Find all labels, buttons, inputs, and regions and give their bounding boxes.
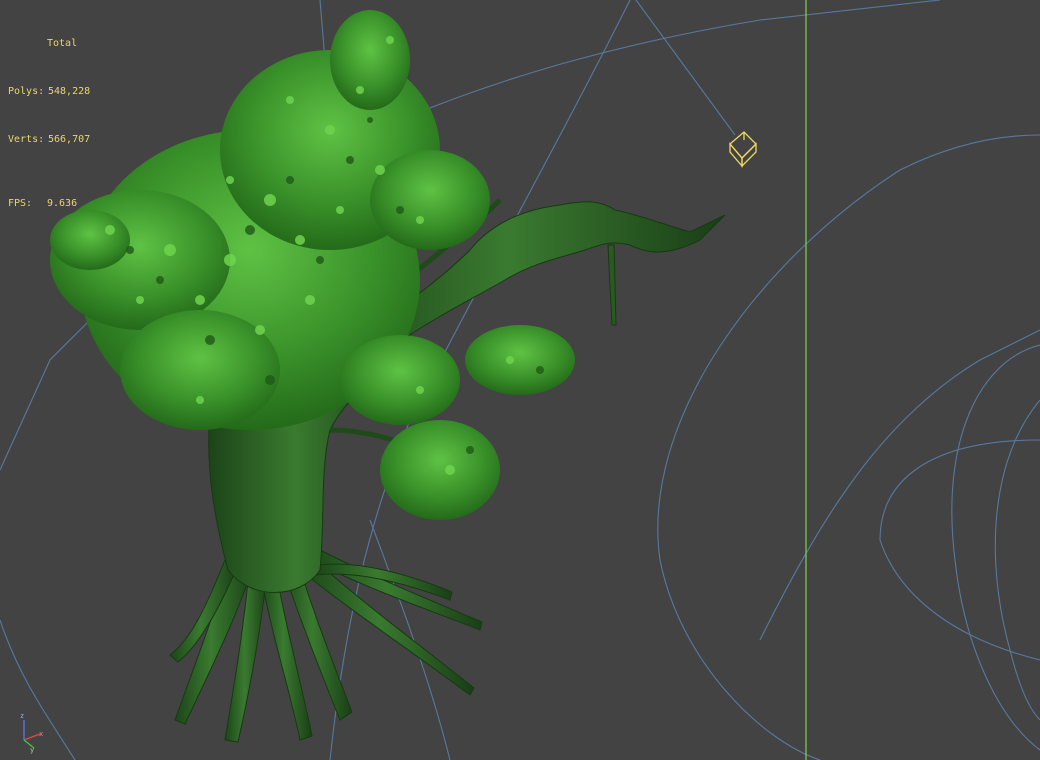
stats-verts-value: 566,707 xyxy=(48,134,91,145)
wire-curve-right-a xyxy=(657,134,1040,561)
tree-hanging-root xyxy=(607,244,617,326)
viewport-scene[interactable] xyxy=(0,0,1040,760)
axis-z-label: z xyxy=(20,712,24,720)
stats-fps-label: FPS: xyxy=(8,198,33,209)
wire-curve-right-d xyxy=(879,439,1040,541)
wire-curve-right-b xyxy=(659,559,821,760)
wire-circle-right-2 xyxy=(994,399,1040,721)
wire-curve-right-e xyxy=(879,539,1040,661)
axis-y-label: y xyxy=(30,746,34,754)
axis-x-label: x xyxy=(39,730,43,738)
tree-roots xyxy=(169,539,483,743)
stats-fps-row: FPS: 9.636 xyxy=(8,196,90,212)
tree-model[interactable] xyxy=(50,10,726,743)
stats-total-label: Total xyxy=(47,38,78,49)
stats-polys-value: 548,228 xyxy=(48,86,91,97)
3d-viewport[interactable]: Total Polys: 548,228 Verts: 566,707 FPS: 9.… xyxy=(0,0,1040,760)
viewport-statistics: Total Polys: 548,228 Verts: 566,707 FPS: 9.… xyxy=(8,4,90,244)
stats-verts-label: Verts: xyxy=(8,134,45,145)
light-gizmo-icon[interactable] xyxy=(729,131,757,168)
wire-light-line xyxy=(635,0,736,136)
stats-polys-row: Polys: 548,228 xyxy=(8,84,90,100)
wire-curve-top-b xyxy=(399,0,941,121)
stats-polys-label: Polys: xyxy=(8,86,45,97)
stats-verts-row: Verts: 566,707 xyxy=(8,132,90,148)
wire-circle-right xyxy=(951,344,1040,751)
axis-labels: z x y xyxy=(20,712,43,754)
stats-fps-value: 9.636 xyxy=(47,198,78,209)
